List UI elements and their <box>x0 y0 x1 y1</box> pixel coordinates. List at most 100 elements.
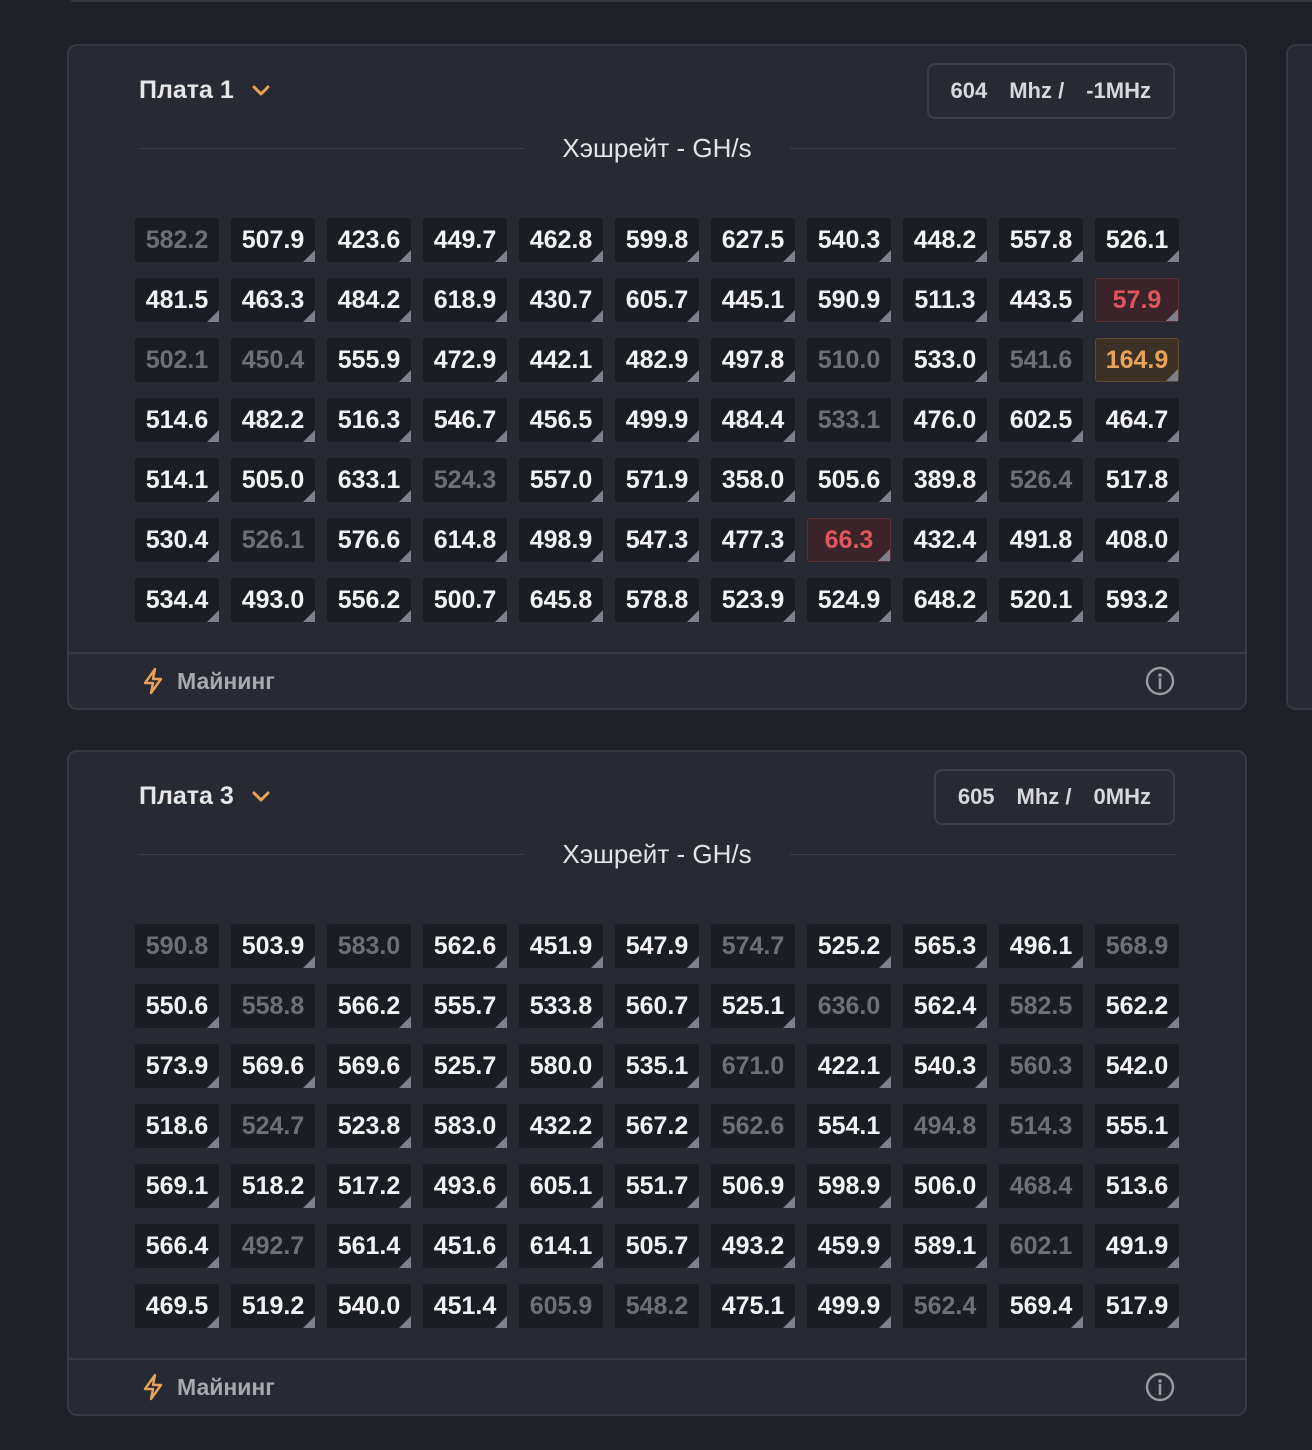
chip-hashrate-cell[interactable]: 580.0 <box>519 1044 603 1088</box>
chip-hashrate-cell[interactable]: 526.1 <box>231 518 315 562</box>
chip-hashrate-cell[interactable]: 590.9 <box>807 278 891 322</box>
chip-hashrate-cell[interactable]: 464.7 <box>1095 398 1179 442</box>
chip-hashrate-cell[interactable]: 481.5 <box>135 278 219 322</box>
chip-hashrate-cell[interactable]: 432.4 <box>903 518 987 562</box>
chip-hashrate-cell[interactable]: 562.6 <box>423 924 507 968</box>
chip-hashrate-cell[interactable]: 555.1 <box>1095 1104 1179 1148</box>
chip-hashrate-cell[interactable]: 451.9 <box>519 924 603 968</box>
chip-hashrate-cell[interactable]: 555.9 <box>327 338 411 382</box>
chip-hashrate-cell[interactable]: 633.1 <box>327 458 411 502</box>
chip-hashrate-cell[interactable]: 540.3 <box>807 218 891 262</box>
chip-hashrate-cell[interactable]: 645.8 <box>519 578 603 622</box>
chip-hashrate-cell[interactable]: 565.3 <box>903 924 987 968</box>
chip-hashrate-cell[interactable]: 463.3 <box>231 278 315 322</box>
chip-hashrate-cell[interactable]: 491.9 <box>1095 1224 1179 1268</box>
chip-hashrate-cell[interactable]: 546.7 <box>423 398 507 442</box>
chip-hashrate-cell[interactable]: 468.4 <box>999 1164 1083 1208</box>
chip-hashrate-cell[interactable]: 506.0 <box>903 1164 987 1208</box>
chip-hashrate-cell[interactable]: 541.6 <box>999 338 1083 382</box>
chip-hashrate-cell[interactable]: 530.4 <box>135 518 219 562</box>
chip-hashrate-cell[interactable]: 569.6 <box>327 1044 411 1088</box>
chip-hashrate-cell[interactable]: 618.9 <box>423 278 507 322</box>
chip-hashrate-cell[interactable]: 627.5 <box>711 218 795 262</box>
chip-hashrate-cell[interactable]: 450.4 <box>231 338 315 382</box>
chip-hashrate-cell[interactable]: 548.2 <box>615 1284 699 1328</box>
chip-hashrate-cell[interactable]: 589.1 <box>903 1224 987 1268</box>
chip-hashrate-cell[interactable]: 526.4 <box>999 458 1083 502</box>
chip-hashrate-cell[interactable]: 511.3 <box>903 278 987 322</box>
chip-hashrate-cell[interactable]: 517.9 <box>1095 1284 1179 1328</box>
chip-hashrate-cell[interactable]: 517.8 <box>1095 458 1179 502</box>
info-icon[interactable] <box>1145 1372 1175 1402</box>
chip-hashrate-cell[interactable]: 448.2 <box>903 218 987 262</box>
chip-hashrate-cell[interactable]: 648.2 <box>903 578 987 622</box>
chip-hashrate-cell[interactable]: 514.3 <box>999 1104 1083 1148</box>
chip-hashrate-cell[interactable]: 505.0 <box>231 458 315 502</box>
chip-hashrate-cell[interactable]: 562.2 <box>1095 984 1179 1028</box>
chip-hashrate-cell[interactable]: 422.1 <box>807 1044 891 1088</box>
chip-hashrate-cell[interactable]: 493.0 <box>231 578 315 622</box>
chip-hashrate-cell[interactable]: 503.9 <box>231 924 315 968</box>
chip-hashrate-cell[interactable]: 389.8 <box>903 458 987 502</box>
chip-hashrate-cell[interactable]: 500.7 <box>423 578 507 622</box>
chip-hashrate-cell[interactable]: 599.8 <box>615 218 699 262</box>
chip-hashrate-cell[interactable]: 550.6 <box>135 984 219 1028</box>
chip-hashrate-cell[interactable]: 593.2 <box>1095 578 1179 622</box>
chip-hashrate-cell[interactable]: 484.2 <box>327 278 411 322</box>
chip-hashrate-cell[interactable]: 451.4 <box>423 1284 507 1328</box>
chip-hashrate-cell[interactable]: 456.5 <box>519 398 603 442</box>
chip-hashrate-cell[interactable]: 505.6 <box>807 458 891 502</box>
chip-hashrate-cell[interactable]: 524.3 <box>423 458 507 502</box>
chip-hashrate-cell[interactable]: 482.2 <box>231 398 315 442</box>
chip-hashrate-cell[interactable]: 514.1 <box>135 458 219 502</box>
chip-hashrate-cell[interactable]: 523.8 <box>327 1104 411 1148</box>
chip-hashrate-cell[interactable]: 555.7 <box>423 984 507 1028</box>
chip-hashrate-cell[interactable]: 560.7 <box>615 984 699 1028</box>
chip-hashrate-cell[interactable]: 462.8 <box>519 218 603 262</box>
chip-hashrate-cell[interactable]: 499.9 <box>807 1284 891 1328</box>
chip-hashrate-cell[interactable]: 475.1 <box>711 1284 795 1328</box>
chip-hashrate-cell[interactable]: 560.3 <box>999 1044 1083 1088</box>
chip-hashrate-cell[interactable]: 614.1 <box>519 1224 603 1268</box>
chip-hashrate-cell[interactable]: 583.0 <box>423 1104 507 1148</box>
chip-hashrate-cell[interactable]: 582.2 <box>135 218 219 262</box>
chip-hashrate-cell[interactable]: 472.9 <box>423 338 507 382</box>
chip-hashrate-cell[interactable]: 598.9 <box>807 1164 891 1208</box>
chip-hashrate-cell[interactable]: 547.3 <box>615 518 699 562</box>
chip-hashrate-cell[interactable]: 569.1 <box>135 1164 219 1208</box>
chip-hashrate-cell[interactable]: 558.8 <box>231 984 315 1028</box>
chip-hashrate-cell[interactable]: 524.7 <box>231 1104 315 1148</box>
chip-hashrate-cell[interactable]: 540.0 <box>327 1284 411 1328</box>
chip-hashrate-cell[interactable]: 430.7 <box>519 278 603 322</box>
chip-hashrate-cell[interactable]: 533.0 <box>903 338 987 382</box>
chip-hashrate-cell[interactable]: 554.1 <box>807 1104 891 1148</box>
chip-hashrate-cell[interactable]: 518.6 <box>135 1104 219 1148</box>
chip-hashrate-cell[interactable]: 605.1 <box>519 1164 603 1208</box>
chip-hashrate-cell[interactable]: 557.0 <box>519 458 603 502</box>
chip-hashrate-cell[interactable]: 482.9 <box>615 338 699 382</box>
chip-hashrate-cell[interactable]: 66.3 <box>807 518 891 562</box>
chip-hashrate-cell[interactable]: 547.9 <box>615 924 699 968</box>
chip-hashrate-cell[interactable]: 423.6 <box>327 218 411 262</box>
chip-hashrate-cell[interactable]: 525.2 <box>807 924 891 968</box>
chip-hashrate-cell[interactable]: 533.8 <box>519 984 603 1028</box>
chip-hashrate-cell[interactable]: 578.8 <box>615 578 699 622</box>
chip-hashrate-cell[interactable]: 502.1 <box>135 338 219 382</box>
chip-hashrate-cell[interactable]: 496.1 <box>999 924 1083 968</box>
chip-hashrate-cell[interactable]: 451.6 <box>423 1224 507 1268</box>
chip-hashrate-cell[interactable]: 469.5 <box>135 1284 219 1328</box>
chip-hashrate-cell[interactable]: 499.9 <box>615 398 699 442</box>
chip-hashrate-cell[interactable]: 506.9 <box>711 1164 795 1208</box>
chip-hashrate-cell[interactable]: 605.9 <box>519 1284 603 1328</box>
chip-hashrate-cell[interactable]: 493.6 <box>423 1164 507 1208</box>
chip-hashrate-cell[interactable]: 516.3 <box>327 398 411 442</box>
chip-hashrate-cell[interactable]: 525.7 <box>423 1044 507 1088</box>
chip-hashrate-cell[interactable]: 507.9 <box>231 218 315 262</box>
chip-hashrate-cell[interactable]: 571.9 <box>615 458 699 502</box>
board-selector[interactable]: Плата 3 <box>139 782 270 811</box>
chip-hashrate-cell[interactable]: 493.2 <box>711 1224 795 1268</box>
chip-hashrate-cell[interactable]: 494.8 <box>903 1104 987 1148</box>
chip-hashrate-cell[interactable]: 567.2 <box>615 1104 699 1148</box>
chip-hashrate-cell[interactable]: 525.1 <box>711 984 795 1028</box>
chip-hashrate-cell[interactable]: 569.6 <box>231 1044 315 1088</box>
